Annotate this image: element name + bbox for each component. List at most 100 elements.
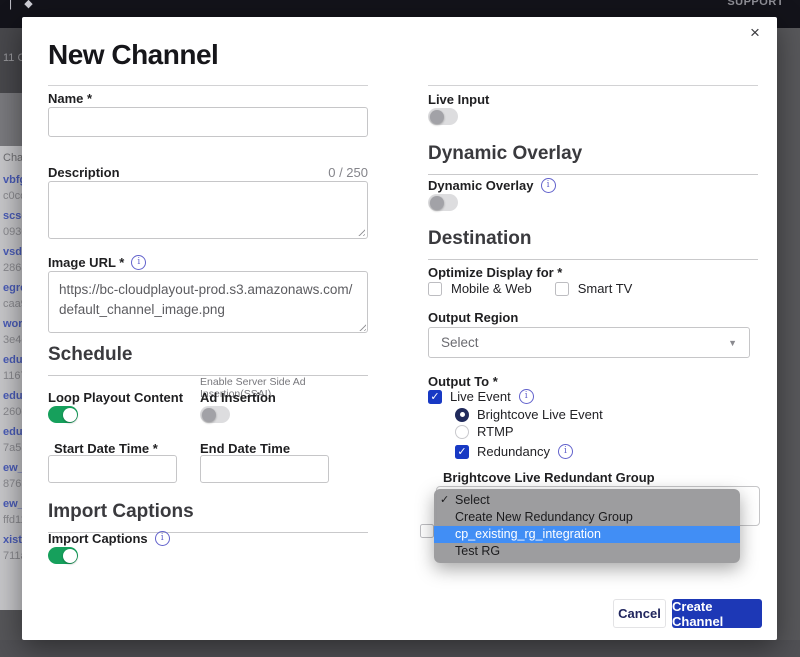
redundancy-label[interactable]: Redundancy bbox=[477, 444, 550, 459]
optimize-display-label: Optimize Display for * bbox=[428, 265, 562, 280]
ad-insertion-label: Ad Insertion bbox=[200, 390, 276, 405]
brightcove-live-event-radio[interactable] bbox=[455, 408, 469, 422]
info-icon[interactable]: i bbox=[558, 444, 573, 459]
channel-table-fragment: Cha vbfgc0cc scsc0930 vsdv2868 egrecaa9 … bbox=[0, 146, 22, 610]
channel-count-fragment: 11 C bbox=[3, 52, 22, 64]
form-left-column: Name * Description 0 / 250 Image URL * i… bbox=[48, 17, 368, 640]
support-link[interactable]: SUPPORT bbox=[727, 0, 784, 8]
resize-handle-icon[interactable] bbox=[356, 227, 365, 236]
table-row[interactable]: ew_ffd11 bbox=[0, 496, 22, 528]
ad-insertion-toggle[interactable] bbox=[200, 406, 230, 423]
row-id: c0cc bbox=[3, 188, 22, 204]
table-row[interactable]: scsc0930 bbox=[0, 208, 22, 240]
schedule-heading: Schedule bbox=[48, 344, 368, 376]
row-name[interactable]: edur bbox=[3, 424, 22, 440]
dynamic-overlay-label: Dynamic Overlay bbox=[428, 178, 534, 193]
row-id: 3e4d bbox=[3, 332, 22, 348]
create-channel-button[interactable]: Create Channel bbox=[672, 599, 762, 628]
output-to-label: Output To * bbox=[428, 374, 498, 389]
redundancy-checkbox[interactable]: ✓ bbox=[455, 445, 469, 459]
row-name[interactable]: ew_ bbox=[3, 496, 22, 512]
dropdown-option[interactable]: Test RG bbox=[434, 543, 740, 560]
import-captions-heading: Import Captions bbox=[48, 501, 368, 533]
divider bbox=[428, 85, 758, 86]
toolbar-strip bbox=[0, 93, 22, 153]
dropdown-option[interactable]: ✓Select bbox=[434, 492, 740, 509]
description-textarea[interactable] bbox=[48, 181, 368, 239]
smart-tv-label[interactable]: Smart TV bbox=[578, 281, 633, 296]
import-captions-toggle[interactable] bbox=[48, 547, 78, 564]
table-header-fragment: Cha bbox=[0, 146, 22, 172]
dynamic-overlay-label-row: Dynamic Overlay i bbox=[428, 178, 556, 193]
table-row[interactable]: ew_8763 bbox=[0, 460, 22, 492]
row-name[interactable]: egre bbox=[3, 280, 22, 296]
destination-heading: Destination bbox=[428, 228, 758, 260]
divider bbox=[48, 85, 368, 86]
modal-footer: Cancel Create Channel bbox=[613, 599, 762, 628]
table-row[interactable]: edur7a58 bbox=[0, 424, 22, 456]
row-name[interactable]: worke bbox=[3, 316, 22, 332]
row-id: caa9 bbox=[3, 296, 22, 312]
row-name[interactable]: vsdv bbox=[3, 244, 22, 260]
loop-playout-toggle[interactable] bbox=[48, 406, 78, 423]
cancel-button[interactable]: Cancel bbox=[613, 599, 666, 628]
start-date-label: Start Date Time * bbox=[54, 441, 158, 456]
output-region-label: Output Region bbox=[428, 310, 518, 325]
option-label: Test RG bbox=[455, 544, 500, 558]
info-icon[interactable]: i bbox=[131, 255, 146, 270]
table-row[interactable]: vsdv2868 bbox=[0, 244, 22, 276]
form-right-column: Live Input Dynamic Overlay Dynamic Overl… bbox=[428, 17, 758, 640]
table-row[interactable]: vbfgc0cc bbox=[0, 172, 22, 204]
info-icon[interactable]: i bbox=[155, 531, 170, 546]
start-date-input[interactable] bbox=[48, 455, 177, 483]
info-icon[interactable]: i bbox=[541, 178, 556, 193]
row-name[interactable]: ew_ bbox=[3, 460, 22, 476]
smart-tv-checkbox[interactable] bbox=[555, 282, 569, 296]
output-region-select[interactable]: Select ▼ bbox=[428, 327, 750, 358]
redundancy-row: ✓ Redundancy i bbox=[455, 444, 573, 459]
brightcove-live-event-label[interactable]: Brightcove Live Event bbox=[477, 407, 603, 422]
table-row[interactable]: egrecaa9 bbox=[0, 280, 22, 312]
mobile-web-label[interactable]: Mobile & Web bbox=[451, 281, 532, 296]
brightcove-live-event-row: Brightcove Live Event bbox=[455, 407, 603, 422]
output-region-value: Select bbox=[441, 335, 479, 350]
row-name[interactable]: edur bbox=[3, 388, 22, 404]
app-logo-fragment: ❘ ◆ bbox=[6, 0, 36, 10]
row-id: 711a bbox=[3, 548, 22, 564]
dropdown-option[interactable]: Create New Redundancy Group bbox=[434, 509, 740, 526]
partially-hidden-checkbox[interactable] bbox=[420, 524, 434, 538]
toggle-knob bbox=[430, 110, 444, 124]
row-name[interactable]: scsc bbox=[3, 208, 22, 224]
row-id: 1167 bbox=[3, 368, 22, 384]
option-label: Create New Redundancy Group bbox=[455, 510, 633, 524]
info-icon[interactable]: i bbox=[519, 389, 534, 404]
live-event-label[interactable]: Live Event bbox=[450, 389, 511, 404]
dynamic-overlay-toggle[interactable] bbox=[428, 194, 458, 211]
live-event-checkbox[interactable]: ✓ bbox=[428, 390, 442, 404]
description-label: Description bbox=[48, 165, 120, 180]
table-row[interactable]: edur260e bbox=[0, 388, 22, 420]
live-input-toggle[interactable] bbox=[428, 108, 458, 125]
new-channel-modal: × New Channel Name * Description 0 / 250… bbox=[22, 17, 777, 640]
table-row[interactable]: edur1167 bbox=[0, 352, 22, 384]
page-bottom-fragment bbox=[0, 610, 22, 640]
image-url-label: Image URL * bbox=[48, 255, 124, 270]
rtmp-row: RTMP bbox=[455, 424, 514, 439]
mobile-web-checkbox[interactable] bbox=[428, 282, 442, 296]
row-name[interactable]: vbfg bbox=[3, 172, 22, 188]
table-row[interactable]: xisti711a bbox=[0, 532, 22, 564]
row-name[interactable]: edur bbox=[3, 352, 22, 368]
rtmp-radio[interactable] bbox=[455, 425, 469, 439]
redundant-group-dropdown: ✓Select Create New Redundancy Group cp_e… bbox=[434, 489, 740, 563]
optimize-options-row: Mobile & Web Smart TV bbox=[428, 281, 632, 296]
name-input[interactable] bbox=[48, 107, 368, 137]
rtmp-label[interactable]: RTMP bbox=[477, 424, 514, 439]
end-date-input[interactable] bbox=[200, 455, 329, 483]
image-url-textarea[interactable]: https://bc-cloudplayout-prod.s3.amazonaw… bbox=[48, 271, 368, 333]
toggle-knob bbox=[202, 408, 216, 422]
name-label: Name * bbox=[48, 91, 92, 106]
toggle-knob bbox=[430, 196, 444, 210]
dropdown-option-highlighted[interactable]: cp_existing_rg_integration bbox=[434, 526, 740, 543]
row-name[interactable]: xisti bbox=[3, 532, 22, 548]
table-row[interactable]: worke3e4d bbox=[0, 316, 22, 348]
